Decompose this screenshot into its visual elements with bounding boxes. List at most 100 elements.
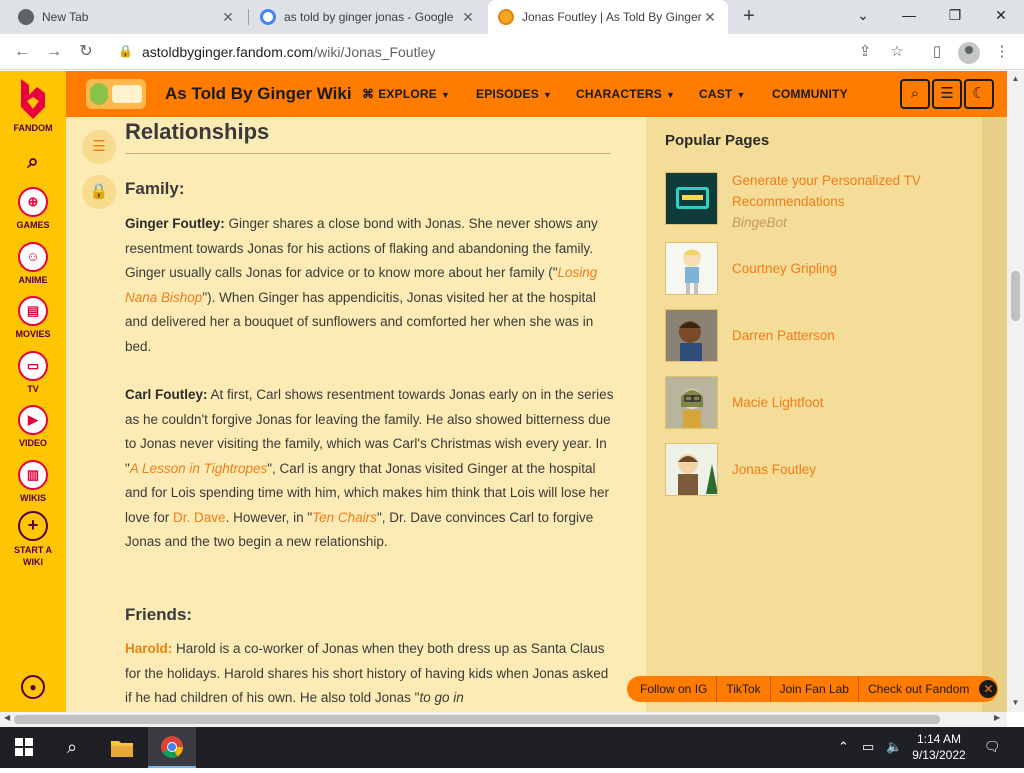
network-icon[interactable]: ▭ <box>862 739 874 755</box>
popular-page-link[interactable]: Jonas Foutley <box>732 459 952 480</box>
rail-item-fandom[interactable]: FANDOM <box>0 77 66 133</box>
scroll-up-arrow-icon[interactable]: ▲ <box>1007 74 1024 83</box>
join-fan-lab-link[interactable]: Join Fan Lab <box>771 676 859 702</box>
popular-page-link[interactable]: Generate your Personalized TV Recommenda… <box>732 170 952 233</box>
chrome-icon <box>18 9 34 25</box>
paragraph-ginger: Ginger Foutley: Ginger shares a close bo… <box>125 212 615 359</box>
popular-page-item[interactable]: Jonas Foutley <box>665 443 965 499</box>
rail-item-games[interactable]: ⊕ GAMES <box>0 187 66 230</box>
rail-item-anime[interactable]: ☺ ANIME <box>0 242 66 285</box>
kebab-menu-icon[interactable]: ⋮ <box>991 41 1013 63</box>
system-clock[interactable]: 1:14 AM 9/13/2022 <box>906 731 972 763</box>
page-horizontal-scrollbar[interactable]: ◀ ▶ <box>0 712 1007 727</box>
nav-episodes[interactable]: EPISODES ▼ <box>476 87 552 101</box>
nav-characters[interactable]: CHARACTERS ▼ <box>576 87 675 101</box>
scroll-down-arrow-icon[interactable]: ▼ <box>1007 698 1024 707</box>
wiki-name[interactable]: As Told By Ginger Wiki <box>165 84 352 104</box>
popular-page-item[interactable]: Courtney Gripling <box>665 242 965 298</box>
search-icon[interactable]: ⌕ <box>27 151 38 173</box>
scrollbar-thumb[interactable] <box>14 715 940 724</box>
scroll-left-arrow-icon[interactable]: ◀ <box>4 713 10 722</box>
window-close-icon[interactable]: ✕ <box>978 0 1024 30</box>
rail-item-wikis[interactable]: ▥ WIKIS <box>0 460 66 503</box>
link-ten-chairs[interactable]: Ten Chairs <box>312 510 377 525</box>
wiki-logo[interactable] <box>86 79 146 109</box>
search-icon[interactable]: ⌕ <box>900 79 930 109</box>
page-vertical-scrollbar[interactable]: ▲ ▼ <box>1007 71 1024 712</box>
popular-page-link[interactable]: Courtney Gripling <box>732 258 952 279</box>
subheading-family: Family: <box>125 179 185 198</box>
bookmark-star-icon[interactable]: ☆ <box>886 41 908 63</box>
jonas-thumbnail[interactable] <box>665 443 718 496</box>
url-host: astoldbyginger.fandom.com <box>142 44 314 60</box>
nav-community[interactable]: COMMUNITY <box>772 87 848 101</box>
rail-label: TV <box>27 384 39 394</box>
discussions-icon[interactable]: ☰ <box>932 79 962 109</box>
tab-google-search[interactable]: as told by ginger jonas - Google ✕ <box>250 0 486 34</box>
rail-item-start-a-wiki[interactable]: + START A WIKI <box>0 511 66 568</box>
popular-page-link[interactable]: Macie Lightfoot <box>732 392 952 413</box>
book-icon: ▥ <box>18 460 48 490</box>
scroll-right-arrow-icon[interactable]: ▶ <box>994 713 1000 722</box>
forward-arrow-icon[interactable]: → <box>42 40 66 64</box>
lock-icon[interactable]: 🔒 <box>82 175 116 209</box>
profile-avatar-icon[interactable] <box>958 42 980 64</box>
rail-label: ANIME <box>18 275 48 285</box>
address-bar[interactable]: 🔒 astoldbyginger.fandom.com/wiki/Jonas_F… <box>110 38 920 66</box>
back-arrow-icon[interactable]: ← <box>10 40 34 64</box>
reload-icon[interactable]: ↻ <box>74 40 98 64</box>
chevron-up-icon[interactable]: ⌃ <box>838 739 849 755</box>
tab-jonas-foutley[interactable]: Jonas Foutley | As Told By Ginger ✕ <box>488 0 728 34</box>
popular-page-item[interactable]: Macie Lightfoot <box>665 376 965 432</box>
restore-icon[interactable]: ❐ <box>932 0 978 30</box>
rail-account[interactable]: ● <box>0 675 66 702</box>
nav-label: EXPLORE <box>378 87 437 101</box>
link-harold[interactable]: Harold: <box>125 641 172 656</box>
close-icon[interactable]: ✕ <box>702 9 718 25</box>
side-panel-icon[interactable]: ▯ <box>926 41 948 63</box>
darren-thumbnail[interactable] <box>665 309 718 362</box>
macie-thumbnail[interactable] <box>665 376 718 429</box>
play-icon: ▶ <box>18 405 48 435</box>
bingebot-thumbnail[interactable] <box>665 172 718 225</box>
wiki-header: As Told By Ginger Wiki ⌘ EXPLORE ▼ EPISODE… <box>66 71 1007 117</box>
notifications-icon[interactable]: 🗨 <box>984 739 1001 755</box>
popular-page-item[interactable]: Darren Patterson <box>665 309 965 365</box>
windows-start-icon[interactable] <box>0 727 48 768</box>
popular-page-item[interactable]: Generate your Personalized TV Recommenda… <box>665 172 965 230</box>
table-of-contents-icon[interactable]: ☰ <box>82 130 116 164</box>
tiktok-link[interactable]: TikTok <box>717 676 771 702</box>
chrome-taskbar-icon[interactable] <box>148 727 196 768</box>
paragraph-harold: Harold: Harold is a co-worker of Jonas w… <box>125 637 615 711</box>
follow-on-ig-link[interactable]: Follow on IG <box>627 676 718 702</box>
courtney-thumbnail[interactable] <box>665 242 718 295</box>
volume-icon[interactable]: 🔈 <box>886 739 902 755</box>
scrollbar-thumb[interactable] <box>1011 271 1020 321</box>
popular-page-link[interactable]: Darren Patterson <box>732 325 952 346</box>
nav-cast[interactable]: CAST ▼ <box>699 87 746 101</box>
new-tab-plus-icon[interactable]: + <box>738 5 760 27</box>
folder-icon <box>111 741 133 757</box>
harold-text: Harold is a co-worker of Jonas when they… <box>125 641 609 705</box>
search-icon[interactable]: ⌕ <box>48 727 96 768</box>
rail-item-movies[interactable]: ▤ MOVIES <box>0 296 66 339</box>
link-a-lesson-in-tightropes[interactable]: A Lesson in Tightropes <box>130 461 267 476</box>
nav-explore[interactable]: ⌘ EXPLORE ▼ <box>362 87 450 101</box>
close-icon[interactable]: ✕ <box>220 9 236 25</box>
minimize-icon[interactable]: — <box>886 0 932 30</box>
close-icon[interactable]: ✕ <box>460 9 476 25</box>
dark-mode-moon-icon[interactable]: ☾ <box>964 79 994 109</box>
check-out-fandom-link[interactable]: Check out Fandom <box>859 676 978 702</box>
tv-icon: ▭ <box>18 351 48 381</box>
tab-new-tab[interactable]: New Tab ✕ <box>8 0 246 34</box>
file-explorer-icon[interactable] <box>98 727 146 768</box>
clock-time: 1:14 AM <box>916 732 962 746</box>
rail-search[interactable]: ⌕ <box>0 151 66 174</box>
tab-search-chevron-icon[interactable]: ⌄ <box>840 0 886 30</box>
rail-item-tv[interactable]: ▭ TV <box>0 351 66 394</box>
share-icon[interactable]: ⇪ <box>854 41 876 63</box>
close-icon[interactable]: ✕ <box>979 680 998 698</box>
link-dr-dave[interactable]: Dr. Dave <box>173 510 226 525</box>
rail-item-video[interactable]: ▶ VIDEO <box>0 405 66 448</box>
url-path: /wiki/Jonas_Foutley <box>313 44 436 60</box>
